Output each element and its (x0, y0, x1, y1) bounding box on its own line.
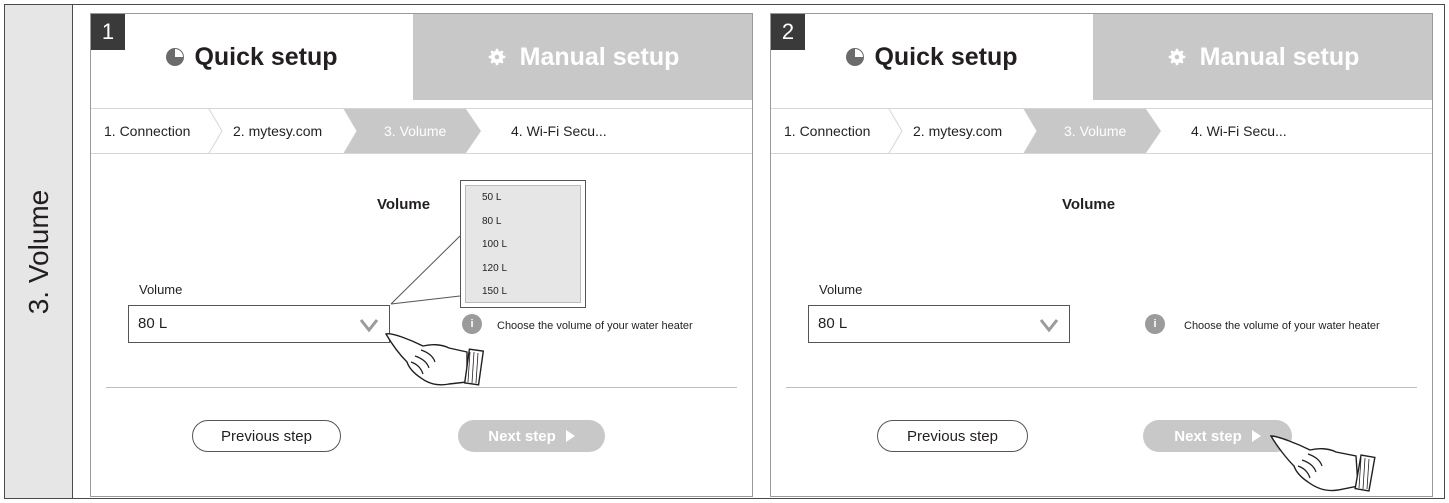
chevron-down-icon (359, 319, 379, 332)
chevron-down-icon (1039, 319, 1059, 332)
breadcrumb: 1. Connection 2. mytesy.com 3. Volume 4.… (771, 108, 1432, 154)
section-divider (106, 387, 737, 388)
volume-select-value: 80 L (818, 315, 848, 332)
volume-dropdown-list: 50 L 80 L 100 L 120 L 150 L (460, 180, 586, 308)
play-icon (1251, 430, 1261, 442)
volume-field-label: Volume (819, 282, 863, 297)
tab-manual-label: Manual setup (519, 42, 680, 71)
dropdown-callout-lines (390, 235, 461, 305)
gear-icon (1168, 48, 1185, 66)
pointing-hand-icon (384, 333, 485, 386)
breadcrumb-volume[interactable]: 3. Volume (384, 109, 446, 153)
breadcrumb-connection[interactable]: 1. Connection (784, 109, 870, 153)
tab-quick-label: Quick setup (874, 42, 1018, 71)
dropdown-option-80[interactable]: 80 L (466, 210, 580, 234)
dropdown-option-150[interactable]: 150 L (466, 280, 580, 304)
volume-field-label: Volume (139, 282, 183, 297)
breadcrumb-wifi-security[interactable]: 4. Wi-Fi Secu... (1191, 109, 1287, 153)
panel-step-2: Quick setup Manual setup 2 1. Connection… (770, 13, 1433, 497)
info-text: Choose the volume of your water heater (497, 320, 693, 332)
pie-clock-icon (846, 48, 865, 66)
pie-clock-icon (166, 48, 185, 66)
step-number-badge: 2 (771, 14, 805, 50)
panel-step-1: Quick setup Manual setup 1 1. Connection… (90, 13, 753, 497)
section-divider (786, 387, 1417, 388)
pointing-hand-icon (1269, 435, 1376, 492)
info-icon: i (1145, 314, 1165, 334)
breadcrumb: 1. Connection 2. mytesy.com 3. Volume 4.… (91, 108, 752, 154)
side-label: 3. Volume (23, 189, 54, 315)
tab-quick-label: Quick setup (194, 42, 338, 71)
breadcrumb-mytesy[interactable]: 2. mytesy.com (233, 109, 322, 153)
next-step-label: Next step (1174, 427, 1242, 445)
step-number-badge: 1 (91, 14, 125, 50)
breadcrumb-wifi-security[interactable]: 4. Wi-Fi Secu... (511, 109, 607, 153)
breadcrumb-connection[interactable]: 1. Connection (104, 109, 190, 153)
volume-select[interactable]: 80 L (808, 305, 1070, 343)
gear-icon (488, 48, 505, 66)
dropdown-option-100[interactable]: 100 L (466, 233, 580, 257)
info-text: Choose the volume of your water heater (1184, 320, 1380, 332)
breadcrumb-volume[interactable]: 3. Volume (1064, 109, 1126, 153)
setup-tabs: Quick setup Manual setup 2 (771, 14, 1432, 100)
breadcrumb-mytesy[interactable]: 2. mytesy.com (913, 109, 1002, 153)
instruction-frame: 3. Volume Quick setup Manual setup 1 1. … (4, 4, 1445, 499)
dropdown-option-50[interactable]: 50 L (466, 186, 580, 210)
next-step-button[interactable]: Next step (458, 420, 605, 452)
dropdown-option-120[interactable]: 120 L (466, 257, 580, 281)
tab-quick-setup[interactable]: Quick setup (771, 14, 1093, 100)
previous-step-button[interactable]: Previous step (192, 420, 341, 452)
dropdown-options: 50 L 80 L 100 L 120 L 150 L (465, 185, 581, 303)
tab-manual-label: Manual setup (1199, 42, 1360, 71)
tab-quick-setup[interactable]: Quick setup (91, 14, 413, 100)
side-column: 3. Volume (5, 5, 73, 498)
tab-manual-setup[interactable]: Manual setup (413, 14, 752, 100)
play-icon (565, 430, 575, 442)
volume-select-value: 80 L (138, 315, 168, 332)
setup-tabs: Quick setup Manual setup 1 (91, 14, 752, 100)
volume-select[interactable]: 80 L (128, 305, 390, 343)
tab-manual-setup[interactable]: Manual setup (1093, 14, 1432, 100)
next-step-label: Next step (488, 427, 556, 445)
previous-step-button[interactable]: Previous step (877, 420, 1028, 452)
volume-heading: Volume (1062, 196, 1116, 213)
